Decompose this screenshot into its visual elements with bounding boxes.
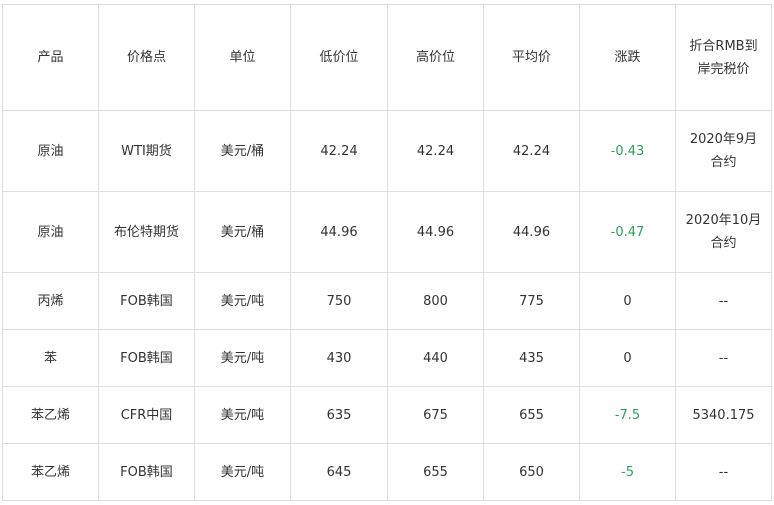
price-table-container: 产品 价格点 单位 低价位 高价位 平均价 涨跌 折合RMB到岸完税价 原油 W…: [2, 4, 772, 501]
cell-change: -5: [579, 443, 676, 501]
header-avg: 平均价: [483, 4, 580, 111]
header-price-point: 价格点: [98, 4, 195, 111]
cell-product: 原油: [2, 191, 99, 273]
price-table: 产品 价格点 单位 低价位 高价位 平均价 涨跌 折合RMB到岸完税价 原油 W…: [2, 4, 772, 501]
cell-avg: 655: [483, 386, 580, 444]
cell-high: 675: [387, 386, 484, 444]
cell-product: 苯: [2, 329, 99, 387]
cell-avg: 44.96: [483, 191, 580, 273]
header-high: 高价位: [387, 4, 484, 111]
cell-rmb: --: [675, 329, 772, 387]
cell-low: 635: [290, 386, 388, 444]
cell-unit: 美元/桶: [194, 191, 291, 273]
cell-product: 苯乙烯: [2, 386, 99, 444]
cell-avg: 650: [483, 443, 580, 501]
cell-rmb: --: [675, 272, 772, 330]
cell-low: 44.96: [290, 191, 388, 273]
cell-high: 800: [387, 272, 484, 330]
header-low: 低价位: [290, 4, 388, 111]
header-product: 产品: [2, 4, 99, 111]
cell-high: 44.96: [387, 191, 484, 273]
cell-unit: 美元/吨: [194, 443, 291, 501]
cell-price-point: FOB韩国: [98, 443, 195, 501]
table-row: 苯 FOB韩国 美元/吨 430 440 435 0 --: [2, 329, 772, 387]
cell-unit: 美元/吨: [194, 272, 291, 330]
cell-change: 0: [579, 272, 676, 330]
cell-product: 苯乙烯: [2, 443, 99, 501]
cell-change: -0.43: [579, 110, 676, 192]
cell-price-point: FOB韩国: [98, 329, 195, 387]
cell-high: 42.24: [387, 110, 484, 192]
table-row: 苯乙烯 FOB韩国 美元/吨 645 655 650 -5 --: [2, 443, 772, 501]
cell-rmb: 2020年10月合约: [675, 191, 772, 273]
header-rmb: 折合RMB到岸完税价: [675, 4, 772, 111]
cell-avg: 775: [483, 272, 580, 330]
table-row: 原油 布伦特期货 美元/桶 44.96 44.96 44.96 -0.47 20…: [2, 191, 772, 273]
cell-product: 丙烯: [2, 272, 99, 330]
header-change: 涨跌: [579, 4, 676, 111]
cell-high: 655: [387, 443, 484, 501]
cell-price-point: FOB韩国: [98, 272, 195, 330]
cell-low: 430: [290, 329, 388, 387]
cell-low: 42.24: [290, 110, 388, 192]
cell-high: 440: [387, 329, 484, 387]
cell-product: 原油: [2, 110, 99, 192]
table-header-row: 产品 价格点 单位 低价位 高价位 平均价 涨跌 折合RMB到岸完税价: [2, 4, 772, 111]
table-row: 原油 WTI期货 美元/桶 42.24 42.24 42.24 -0.43 20…: [2, 110, 772, 192]
cell-price-point: CFR中国: [98, 386, 195, 444]
cell-rmb: --: [675, 443, 772, 501]
cell-price-point: WTI期货: [98, 110, 195, 192]
cell-unit: 美元/吨: [194, 329, 291, 387]
cell-change: -0.47: [579, 191, 676, 273]
cell-unit: 美元/桶: [194, 110, 291, 192]
cell-low: 645: [290, 443, 388, 501]
table-row: 苯乙烯 CFR中国 美元/吨 635 675 655 -7.5 5340.175: [2, 386, 772, 444]
cell-avg: 435: [483, 329, 580, 387]
cell-unit: 美元/吨: [194, 386, 291, 444]
cell-avg: 42.24: [483, 110, 580, 192]
cell-change: 0: [579, 329, 676, 387]
cell-rmb: 2020年9月合约: [675, 110, 772, 192]
table-row: 丙烯 FOB韩国 美元/吨 750 800 775 0 --: [2, 272, 772, 330]
cell-rmb: 5340.175: [675, 386, 772, 444]
cell-low: 750: [290, 272, 388, 330]
header-unit: 单位: [194, 4, 291, 111]
cell-change: -7.5: [579, 386, 676, 444]
cell-price-point: 布伦特期货: [98, 191, 195, 273]
